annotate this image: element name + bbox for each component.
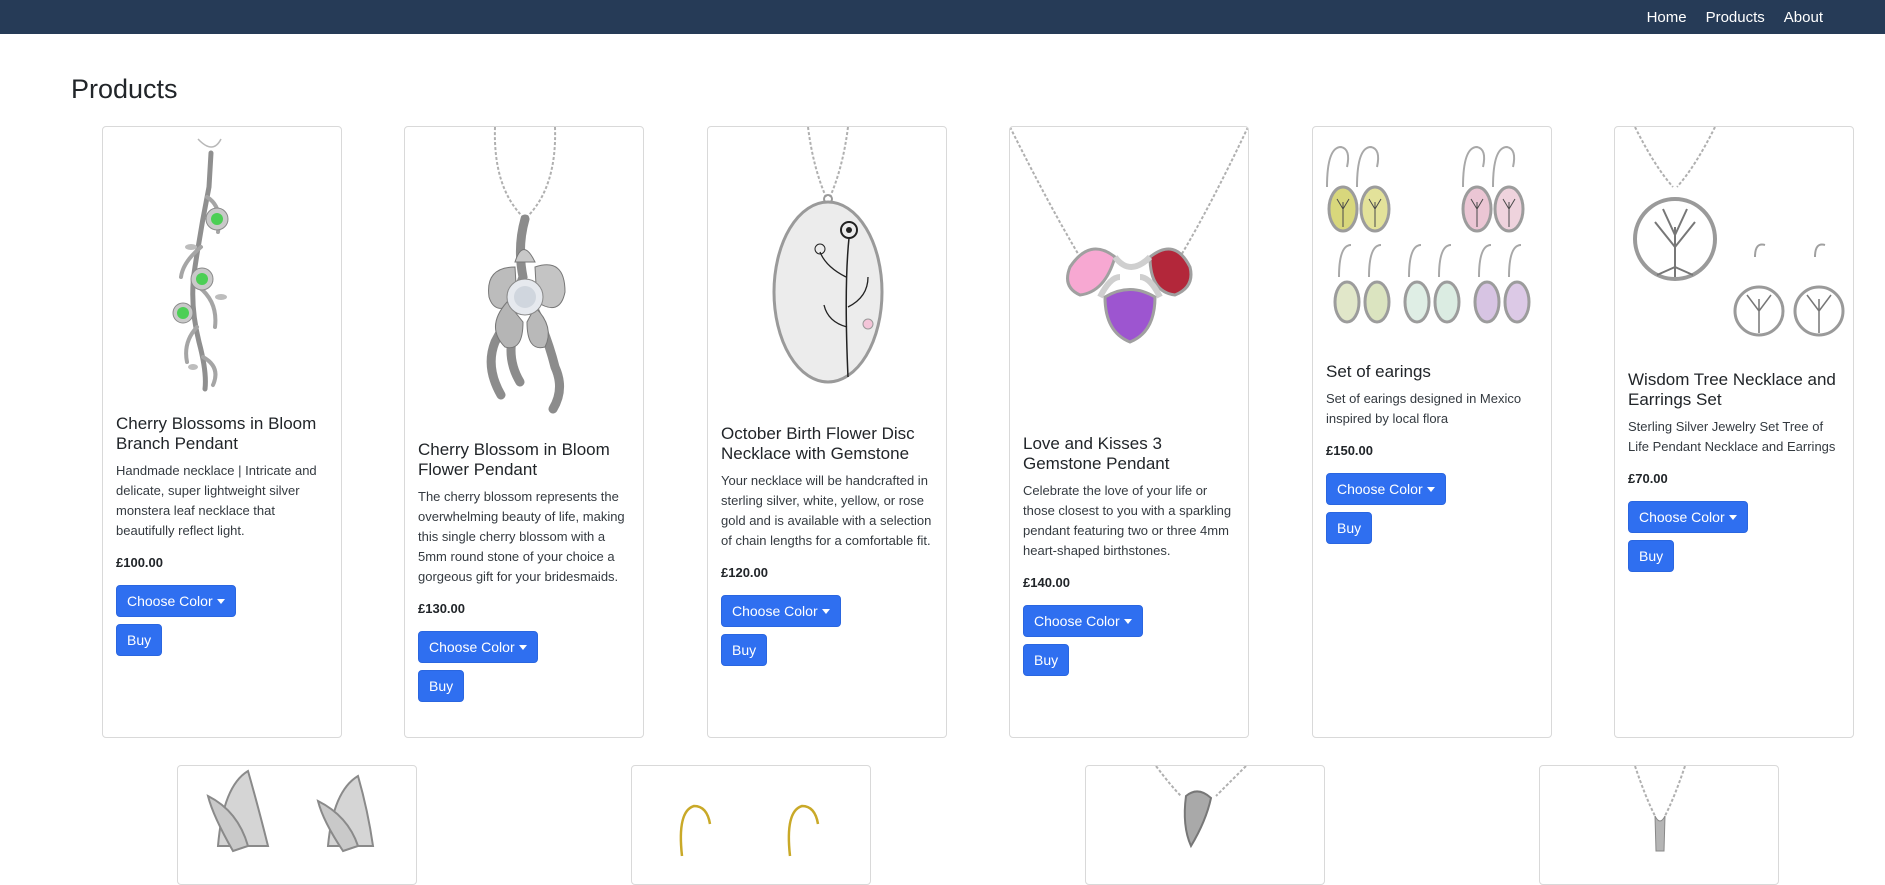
product-price: £120.00 — [721, 565, 768, 580]
product-card: October Birth Flower Disc Necklace with … — [707, 126, 947, 738]
product-description: Celebrate the love of your life or those… — [1023, 483, 1232, 558]
nav-about-link[interactable]: About — [1784, 9, 1823, 26]
product-image — [632, 766, 870, 866]
product-description: Set of earings designed in Mexico inspir… — [1326, 391, 1522, 426]
product-title: Cherry Blossoms in Bloom Branch Pendant — [116, 414, 317, 453]
product-title: Love and Kisses 3 Gemstone Pendant — [1023, 434, 1170, 473]
product-image — [1086, 766, 1324, 866]
caret-down-icon — [1123, 619, 1132, 624]
product-title: October Birth Flower Disc Necklace with … — [721, 424, 915, 463]
choose-color-label: Choose Color — [732, 603, 818, 619]
product-image — [178, 766, 416, 866]
buy-button[interactable]: Buy — [418, 670, 465, 702]
choose-color-label: Choose Color — [1639, 509, 1725, 525]
choose-color-button[interactable]: Choose Color — [1628, 501, 1748, 533]
product-card — [1539, 765, 1779, 885]
product-card: Cherry Blossoms in Bloom Branch Pendant … — [102, 126, 342, 738]
card-body: Cherry Blossom in Bloom Flower Pendant T… — [418, 440, 633, 702]
product-image — [103, 127, 341, 407]
product-description: Your necklace will be handcrafted in ste… — [721, 473, 932, 548]
product-description: Sterling Silver Jewelry Set Tree of Life… — [1628, 419, 1836, 454]
caret-down-icon — [216, 599, 225, 604]
product-card: Cherry Blossom in Bloom Flower Pendant T… — [404, 126, 644, 738]
product-title: Cherry Blossom in Bloom Flower Pendant — [418, 440, 610, 479]
caret-down-icon — [518, 645, 527, 650]
product-price: £130.00 — [418, 601, 465, 616]
product-card: Set of earings Set of earings designed i… — [1312, 126, 1552, 738]
nav-links: Home Products About — [1628, 0, 1823, 34]
choose-color-label: Choose Color — [429, 639, 515, 655]
page-title: Products — [71, 74, 178, 104]
product-title: Set of earings — [1326, 362, 1431, 381]
product-card — [177, 765, 417, 885]
product-image — [708, 127, 946, 417]
caret-down-icon — [821, 609, 830, 614]
top-navbar: Home Products About — [0, 0, 1885, 34]
product-description: Handmade necklace | Intricate and delica… — [116, 463, 317, 538]
buy-button[interactable]: Buy — [116, 624, 163, 656]
product-description: The cherry blossom represents the overwh… — [418, 489, 625, 584]
product-price: £140.00 — [1023, 575, 1070, 590]
card-body: October Birth Flower Disc Necklace with … — [721, 424, 936, 666]
product-card — [631, 765, 871, 885]
caret-down-icon — [1426, 487, 1435, 492]
choose-color-button[interactable]: Choose Color — [1326, 473, 1446, 505]
product-card: Wisdom Tree Necklace and Earrings Set St… — [1614, 126, 1854, 738]
choose-color-label: Choose Color — [1034, 613, 1120, 629]
choose-color-button[interactable]: Choose Color — [721, 595, 841, 627]
buy-button[interactable]: Buy — [1326, 512, 1373, 544]
product-image — [405, 127, 643, 437]
card-body: Cherry Blossoms in Bloom Branch Pendant … — [116, 414, 331, 656]
card-body: Set of earings Set of earings designed i… — [1326, 362, 1541, 544]
buy-button[interactable]: Buy — [721, 634, 768, 666]
product-price: £100.00 — [116, 555, 163, 570]
buy-button[interactable]: Buy — [1023, 644, 1070, 676]
product-image — [1615, 127, 1853, 357]
choose-color-button[interactable]: Choose Color — [116, 585, 236, 617]
choose-color-button[interactable]: Choose Color — [418, 631, 538, 663]
product-price: £150.00 — [1326, 443, 1373, 458]
choose-color-label: Choose Color — [1337, 481, 1423, 497]
product-price: £70.00 — [1628, 471, 1668, 486]
caret-down-icon — [1728, 515, 1737, 520]
product-image — [1010, 127, 1248, 417]
product-image — [1313, 127, 1551, 347]
product-title: Wisdom Tree Necklace and Earrings Set — [1628, 370, 1836, 409]
card-body: Wisdom Tree Necklace and Earrings Set St… — [1628, 370, 1843, 572]
card-body: Love and Kisses 3 Gemstone Pendant Celeb… — [1023, 434, 1238, 676]
product-card: Love and Kisses 3 Gemstone Pendant Celeb… — [1009, 126, 1249, 738]
choose-color-label: Choose Color — [127, 593, 213, 609]
nav-home-link[interactable]: Home — [1647, 9, 1687, 26]
product-card — [1085, 765, 1325, 885]
product-image — [1540, 766, 1778, 866]
choose-color-button[interactable]: Choose Color — [1023, 605, 1143, 637]
buy-button[interactable]: Buy — [1628, 540, 1675, 572]
nav-products-link[interactable]: Products — [1706, 9, 1765, 26]
